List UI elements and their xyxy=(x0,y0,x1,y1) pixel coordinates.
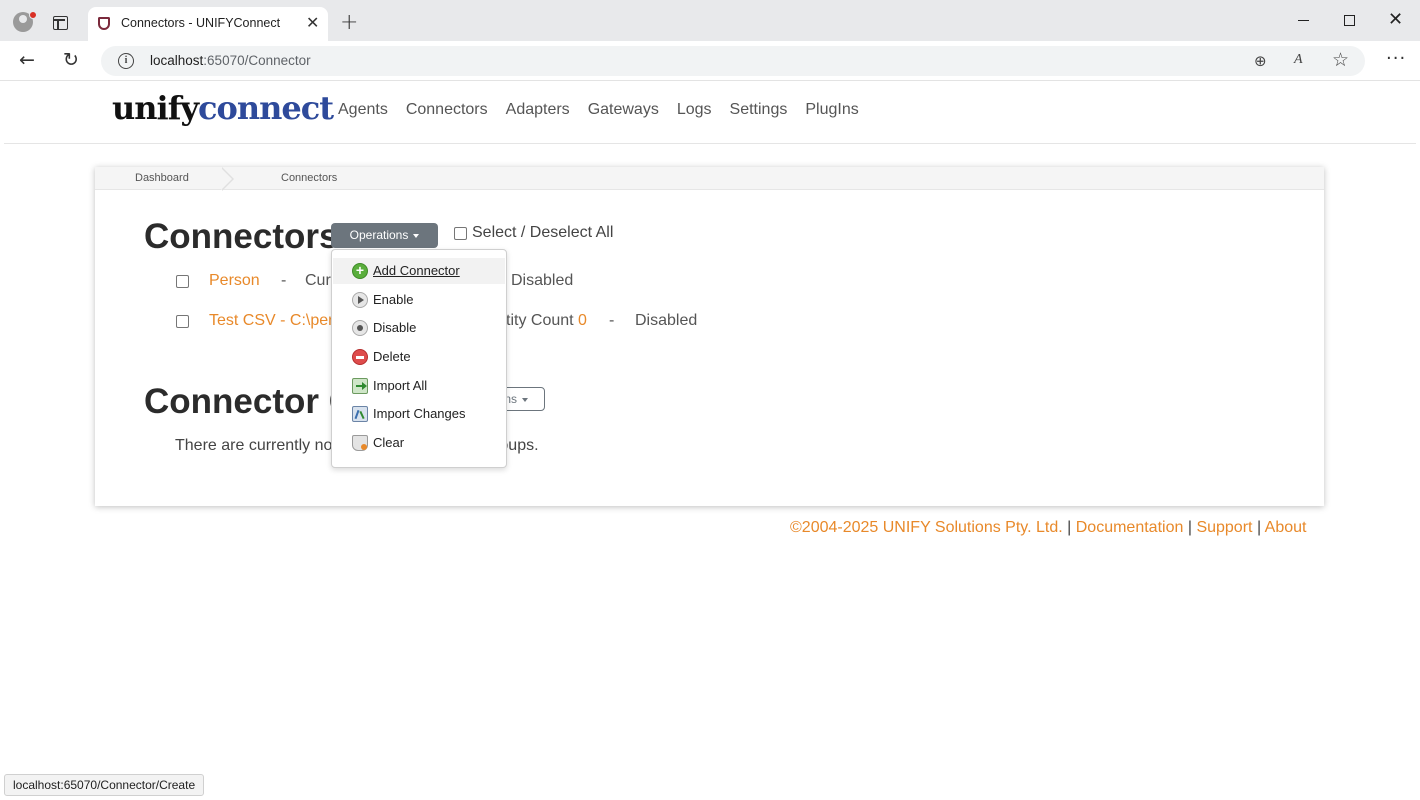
entity-count-value[interactable]: 0 xyxy=(578,312,587,330)
tab-close-icon[interactable]: ✕ xyxy=(306,13,319,33)
web-page: unifyconnect Agents Connectors Adapters … xyxy=(4,82,1416,798)
window-minimize-button[interactable] xyxy=(1298,20,1309,22)
connector-link[interactable]: Person xyxy=(209,272,260,290)
breadcrumb-connectors: Connectors xyxy=(281,172,338,184)
connector-status: Disabled xyxy=(511,272,574,289)
checkbox[interactable] xyxy=(454,226,467,240)
nav-connectors[interactable]: Connectors xyxy=(406,101,488,119)
connector-status: Disabled xyxy=(635,312,698,329)
connector-info: Cur xyxy=(305,272,331,289)
nav-gateways[interactable]: Gateways xyxy=(588,101,659,119)
site-header: unifyconnect Agents Connectors Adapters … xyxy=(4,82,1416,144)
tab-actions-icon[interactable] xyxy=(53,16,68,30)
footer: ©2004-2025 UNIFY Solutions Pty. Ltd. | D… xyxy=(790,519,1306,537)
import-icon xyxy=(352,378,368,394)
connector-checkbox[interactable] xyxy=(176,275,189,288)
stop-icon xyxy=(352,320,368,336)
zoom-icon[interactable]: ⊕ xyxy=(1254,52,1267,70)
breadcrumb: Dashboard Connectors xyxy=(95,167,1324,191)
caret-down-icon xyxy=(413,233,420,238)
back-arrow-icon[interactable]: ← xyxy=(19,48,35,72)
menu-item-import-all[interactable]: Import All xyxy=(333,373,505,399)
read-aloud-icon[interactable]: A xyxy=(1294,52,1303,68)
select-all-label: Select / Deselect All xyxy=(472,224,614,241)
operations-dropdown-button[interactable]: Operations xyxy=(331,223,438,248)
copyright-link[interactable]: ©2004-2025 UNIFY Solutions Pty. Ltd. xyxy=(790,519,1063,536)
separator: - xyxy=(609,312,615,329)
footer-separator: | xyxy=(1256,519,1262,536)
unify-favicon-icon xyxy=(98,17,110,30)
site-info-icon[interactable]: i xyxy=(118,53,134,69)
nav-adapters[interactable]: Adapters xyxy=(506,101,570,119)
connector-checkbox[interactable] xyxy=(176,315,189,328)
add-icon xyxy=(352,262,368,279)
play-icon xyxy=(352,292,368,308)
footer-separator: | xyxy=(1067,519,1072,536)
clear-icon xyxy=(352,435,368,451)
unifyconnect-logo[interactable]: unifyconnect xyxy=(112,89,334,127)
menu-item-disable[interactable]: Disable xyxy=(333,315,505,341)
breadcrumb-dashboard[interactable]: Dashboard xyxy=(135,172,189,184)
nav-plugins[interactable]: PlugIns xyxy=(805,101,858,119)
status-bar-url: localhost:65070/Connector/Create xyxy=(4,774,205,796)
breadcrumb-separator xyxy=(221,167,234,191)
menu-item-delete[interactable]: Delete xyxy=(333,344,505,370)
operations-dropdown-menu: Add Connector Enable Disable Delete Impo… xyxy=(331,249,507,468)
main-nav: Agents Connectors Adapters Gateways Logs… xyxy=(338,101,859,119)
content-card: Dashboard Connectors Connectors Operatio… xyxy=(95,167,1324,506)
select-all-checkbox[interactable]: Select / Deselect All xyxy=(454,224,613,242)
menu-item-clear[interactable]: Clear xyxy=(333,430,505,456)
entity-count-label: tity Count xyxy=(506,312,574,329)
browser-titlebar: Connectors - UNIFYConnect ✕ + ✕ xyxy=(0,0,1420,41)
favorite-star-icon[interactable]: ☆ xyxy=(1332,49,1349,71)
nav-settings[interactable]: Settings xyxy=(730,101,788,119)
menu-item-enable[interactable]: Enable xyxy=(333,287,505,313)
footer-separator: | xyxy=(1187,519,1192,536)
caret-down-icon xyxy=(522,397,528,402)
window-close-button[interactable]: ✕ xyxy=(1388,10,1403,30)
browser-menu-icon[interactable]: ··· xyxy=(1386,50,1406,68)
support-link[interactable]: Support xyxy=(1196,519,1252,536)
browser-tab-active[interactable]: Connectors - UNIFYConnect ✕ xyxy=(88,7,328,41)
tab-title: Connectors - UNIFYConnect xyxy=(121,16,281,30)
menu-item-add-connector[interactable]: Add Connector xyxy=(333,258,505,284)
connector-groups-title: Connector G xyxy=(144,382,356,421)
import-changes-icon xyxy=(352,406,368,422)
connector-link[interactable]: Test CSV - C:\per xyxy=(209,312,333,330)
new-tab-button[interactable]: + xyxy=(340,12,358,34)
reload-icon[interactable]: ↻ xyxy=(63,48,79,72)
window-maximize-button[interactable] xyxy=(1344,15,1355,26)
page-title: Connectors xyxy=(144,217,339,256)
notification-dot xyxy=(29,11,37,19)
separator: - xyxy=(281,272,287,289)
address-bar[interactable]: i localhost:65070/Connector ⊕ A ☆ xyxy=(101,46,1365,76)
menu-item-import-changes[interactable]: Import Changes xyxy=(333,401,505,427)
about-link[interactable]: About xyxy=(1265,519,1307,536)
browser-toolbar: ← ↻ i localhost:65070/Connector ⊕ A ☆ ··… xyxy=(0,41,1420,81)
nav-agents[interactable]: Agents xyxy=(338,101,388,119)
url-text: localhost:65070/Connector xyxy=(150,53,311,68)
documentation-link[interactable]: Documentation xyxy=(1076,519,1184,536)
delete-icon xyxy=(352,349,368,365)
nav-logs[interactable]: Logs xyxy=(677,101,712,119)
